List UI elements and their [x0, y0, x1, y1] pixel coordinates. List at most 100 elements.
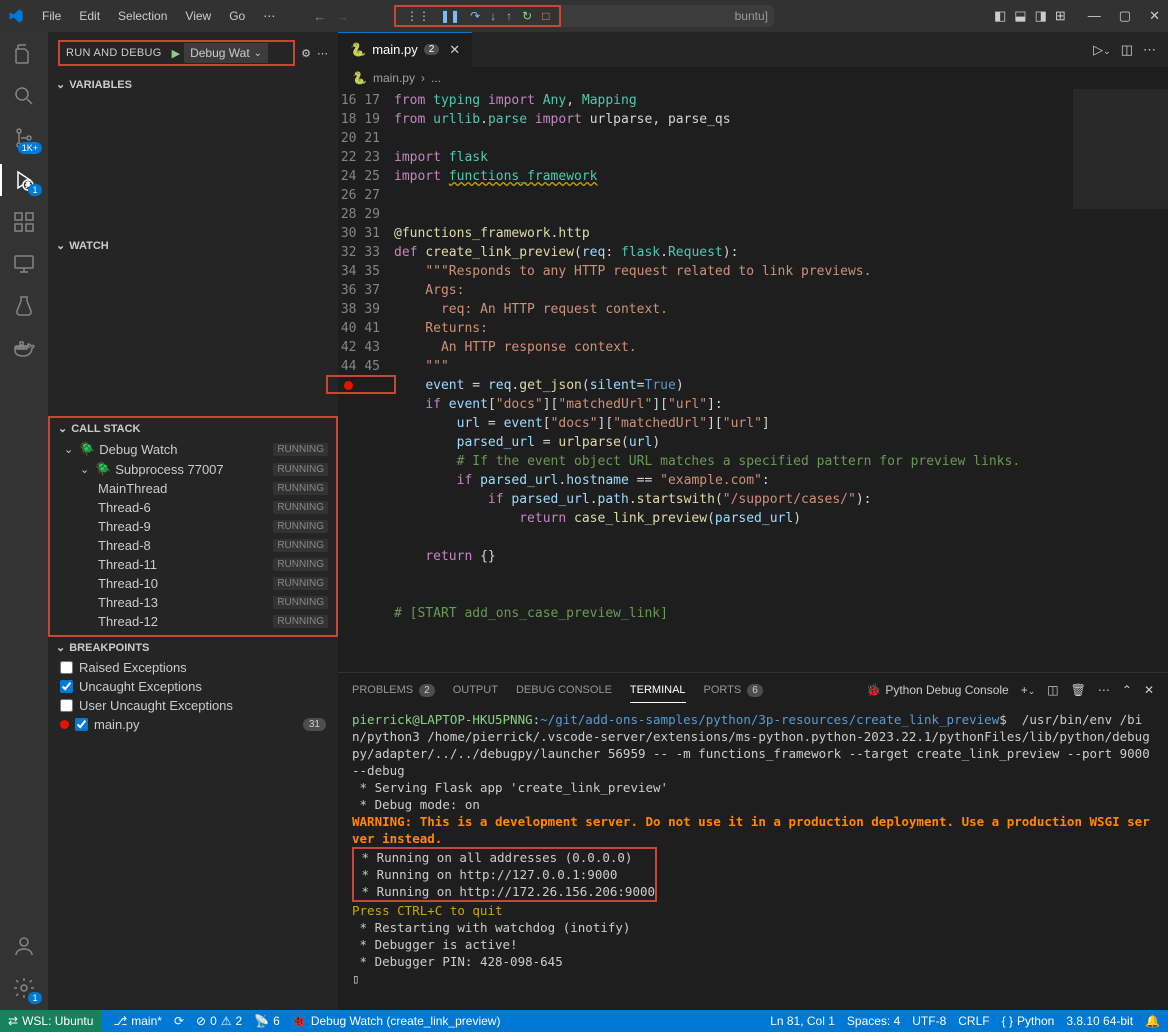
menu-more[interactable]: ⋯ — [255, 5, 283, 27]
editor-body[interactable]: 16 17 18 19 20 21 22 23 24 25 26 27 28 2… — [338, 89, 1168, 672]
panel-bottom-icon[interactable]: ⬓ — [1014, 8, 1026, 24]
account-icon[interactable] — [12, 934, 36, 958]
callstack-row[interactable]: Thread-6RUNNING — [50, 498, 336, 517]
remote-indicator[interactable]: ⇄ WSL: Ubuntu — [0, 1010, 101, 1032]
remote-explorer-icon[interactable] — [12, 252, 36, 276]
problems-indicator[interactable]: ⊘ 0 ⚠ 2 — [196, 1014, 242, 1028]
menu-edit[interactable]: Edit — [71, 5, 108, 27]
debug-session-icon: 🪲 — [95, 461, 109, 477]
breakpoint-marker-icon[interactable] — [344, 381, 353, 390]
menu-file[interactable]: File — [34, 5, 69, 27]
minimap-slider[interactable] — [1073, 89, 1168, 209]
docker-icon[interactable] — [12, 336, 36, 360]
minimize-icon[interactable]: — — [1088, 8, 1101, 24]
source-control-icon[interactable]: 1K+ — [12, 126, 36, 150]
debug-config-dropdown[interactable]: Debug Wat⌄ — [184, 43, 268, 63]
callstack-row[interactable]: ⌄🪲Subprocess 77007RUNNING — [50, 459, 336, 479]
testing-icon[interactable] — [12, 294, 36, 318]
encoding[interactable]: UTF-8 — [912, 1014, 946, 1028]
editor-more-icon[interactable]: ⋯ — [1143, 42, 1156, 58]
callstack-row[interactable]: Thread-8RUNNING — [50, 536, 336, 555]
scm-badge: 1K+ — [18, 142, 42, 154]
breadcrumb[interactable]: 🐍 main.py › ... — [338, 67, 1168, 89]
menu-go[interactable]: Go — [221, 5, 253, 27]
callstack-row[interactable]: Thread-9RUNNING — [50, 517, 336, 536]
python-version[interactable]: 3.8.10 64-bit — [1066, 1014, 1133, 1028]
split-editor-icon[interactable]: ◫ — [1121, 42, 1133, 58]
step-out-icon[interactable]: ↑ — [506, 9, 512, 23]
debug-toolbar: ⋮⋮ ❚❚ ↷ ↓ ↑ ↻ □ — [394, 5, 561, 27]
callstack-row[interactable]: Thread-13RUNNING — [50, 593, 336, 612]
debug-settings-gear-icon[interactable]: ⚙ — [301, 47, 311, 60]
breakpoints-header[interactable]: ⌄BREAKPOINTS — [48, 637, 338, 658]
search-icon[interactable] — [12, 84, 36, 108]
terminal-more-icon[interactable]: ⋯ — [1098, 683, 1110, 697]
tab-output[interactable]: OUTPUT — [453, 678, 498, 702]
tab-debug-console[interactable]: DEBUG CONSOLE — [516, 678, 612, 702]
panel-right-icon[interactable]: ◨ — [1035, 8, 1047, 24]
callstack-row[interactable]: Thread-12RUNNING — [50, 612, 336, 631]
callstack-row[interactable]: Thread-10RUNNING — [50, 574, 336, 593]
command-center[interactable]: ⋮⋮ ❚❚ ↷ ↓ ↑ ↻ □ buntu] — [394, 5, 774, 27]
debug-profile-icon[interactable]: 🐞 Python Debug Console — [866, 683, 1008, 697]
close-panel-icon[interactable]: ✕ — [1144, 683, 1154, 697]
debug-more-icon[interactable]: ⋯ — [317, 47, 328, 60]
nav-arrows: ← → — [313, 9, 349, 24]
ports-indicator[interactable]: 📡 6 — [254, 1014, 280, 1028]
step-into-icon[interactable]: ↓ — [490, 9, 496, 23]
bp-uncaught[interactable]: Uncaught Exceptions — [48, 677, 338, 696]
cursor-position[interactable]: Ln 81, Col 1 — [770, 1014, 835, 1028]
layout-grid-icon[interactable]: ⊞ — [1055, 8, 1066, 24]
titlebar: File Edit Selection View Go ⋯ ← → ⋮⋮ ❚❚ … — [0, 0, 1168, 32]
stop-icon[interactable]: □ — [542, 9, 549, 23]
variables-body — [48, 95, 338, 235]
callstack-header[interactable]: ⌄CALL STACK — [50, 418, 336, 439]
close-window-icon[interactable]: ✕ — [1149, 8, 1160, 24]
line-gutter[interactable]: 16 17 18 19 20 21 22 23 24 25 26 27 28 2… — [338, 89, 394, 672]
new-terminal-icon[interactable]: +⌄ — [1021, 683, 1036, 697]
explorer-icon[interactable] — [12, 42, 36, 66]
variables-header[interactable]: ⌄VARIABLES — [48, 74, 338, 95]
tab-close-icon[interactable]: ✕ — [449, 42, 460, 58]
tab-ports[interactable]: PORTS6 — [704, 678, 763, 703]
terminal-body[interactable]: pierrick@LAPTOP-HKU5PNNG:~/git/add-ons-s… — [338, 707, 1168, 1012]
menu-selection[interactable]: Selection — [110, 5, 175, 27]
run-play-icon[interactable]: ▷⌄ — [1093, 42, 1111, 58]
maximize-panel-icon[interactable]: ⌃ — [1122, 683, 1132, 697]
callstack-row[interactable]: MainThreadRUNNING — [50, 479, 336, 498]
bp-raised[interactable]: Raised Exceptions — [48, 658, 338, 677]
callstack-row[interactable]: ⌄🪲Debug WatchRUNNING — [50, 439, 336, 459]
sync-icon[interactable]: ⟳ — [174, 1014, 184, 1028]
watch-header[interactable]: ⌄WATCH — [48, 235, 338, 256]
split-terminal-icon[interactable]: ◫ — [1047, 683, 1058, 697]
panel-left-icon[interactable]: ◧ — [994, 8, 1006, 24]
menu-view[interactable]: View — [177, 5, 219, 27]
drag-grip-icon[interactable]: ⋮⋮ — [406, 9, 430, 23]
kill-terminal-icon[interactable]: 🗑 — [1071, 683, 1086, 697]
language-mode[interactable]: { } Python — [1002, 1014, 1055, 1028]
tab-problems[interactable]: PROBLEMS2 — [352, 678, 435, 703]
tab-main-py[interactable]: 🐍 main.py 2 ✕ — [338, 32, 473, 67]
nav-forward-icon[interactable]: → — [336, 9, 349, 24]
code-content[interactable]: from typing import Any, Mapping from url… — [394, 89, 1072, 672]
notifications-icon[interactable]: 🔔 — [1145, 1014, 1160, 1028]
tab-terminal[interactable]: TERMINAL — [630, 678, 686, 703]
debug-indicator[interactable]: 🐞 Debug Watch (create_link_preview) — [292, 1014, 501, 1028]
restart-icon[interactable]: ↻ — [522, 9, 532, 23]
bp-user-uncaught[interactable]: User Uncaught Exceptions — [48, 696, 338, 715]
minimap[interactable] — [1072, 89, 1168, 672]
callstack-row[interactable]: Thread-11RUNNING — [50, 555, 336, 574]
run-debug-header: RUN AND DEBUG ▶ Debug Wat⌄ — [58, 40, 295, 66]
bp-file[interactable]: main.py31 — [48, 715, 338, 734]
indentation[interactable]: Spaces: 4 — [847, 1014, 900, 1028]
pause-icon[interactable]: ❚❚ — [440, 9, 460, 23]
nav-back-icon[interactable]: ← — [313, 9, 326, 24]
start-debug-icon[interactable]: ▶ — [172, 47, 180, 60]
run-debug-icon[interactable]: 1 — [12, 168, 36, 192]
settings-gear-icon[interactable]: 1 — [12, 976, 36, 1000]
extensions-icon[interactable] — [12, 210, 36, 234]
maximize-icon[interactable]: ▢ — [1119, 8, 1131, 24]
git-branch[interactable]: ⎇ main* — [113, 1014, 162, 1028]
step-over-icon[interactable]: ↷ — [470, 9, 480, 23]
eol[interactable]: CRLF — [958, 1014, 989, 1028]
